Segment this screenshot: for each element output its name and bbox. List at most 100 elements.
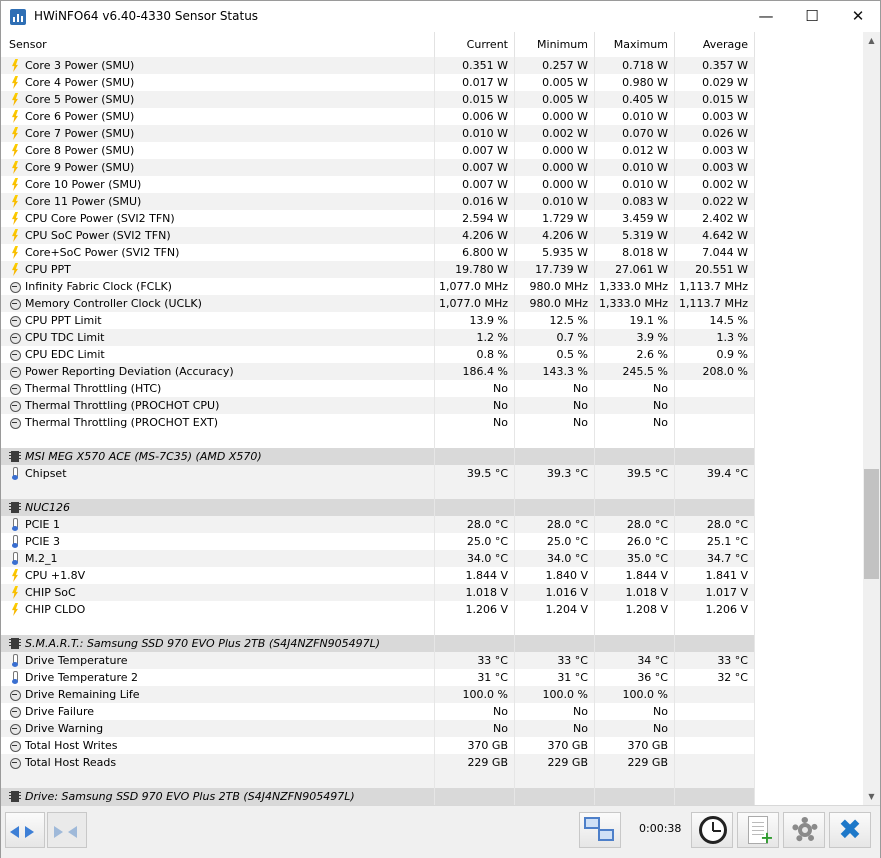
column-header-current[interactable]: Current	[435, 32, 515, 57]
table-row[interactable]: CPU EDC Limit 0.8 % 0.5 % 2.6 % 0.9 %	[1, 346, 863, 363]
row-label: Core+SoC Power (SVI2 TFN)	[25, 246, 180, 259]
average-value	[675, 686, 755, 703]
table-row[interactable]: Core 7 Power (SMU) 0.010 W 0.002 W 0.070 W0…	[1, 125, 863, 142]
row-label: NUC126	[25, 501, 70, 514]
table-row[interactable]: Power Reporting Deviation (Accuracy) 186.…	[1, 363, 863, 380]
average-value	[675, 482, 755, 499]
power-icon	[9, 195, 21, 208]
chip-icon	[9, 450, 21, 463]
power-icon	[9, 229, 21, 242]
clock-button[interactable]	[691, 812, 733, 848]
table-row[interactable]: CHIP CLDO 1.206 V 1.204 V 1.208 V 1.206 V	[1, 601, 863, 618]
table-row[interactable]: Core 3 Power (SMU) 0.351 W 0.257 W 0.718 W0…	[1, 57, 863, 74]
table-row[interactable]: Core 9 Power (SMU) 0.007 W 0.000 W 0.010 W0…	[1, 159, 863, 176]
table-row[interactable]: Infinity Fabric Clock (FCLK) 1,077.0 MHz 9…	[1, 278, 863, 295]
maximize-button[interactable]: ☐	[789, 1, 835, 32]
average-value: 2.402 W	[675, 210, 755, 227]
maximum-value: 229 GB	[595, 754, 675, 771]
table-row[interactable]: CPU SoC Power (SVI2 TFN) 4.206 W 4.206 W 5.…	[1, 227, 863, 244]
table-row[interactable]: Thermal Throttling (HTC) No No No	[1, 380, 863, 397]
table-row[interactable]: Total Host Reads 229 GB 229 GB 229 GB	[1, 754, 863, 771]
column-header-maximum[interactable]: Maximum	[595, 32, 675, 57]
table-row[interactable]: Core 4 Power (SMU) 0.017 W 0.005 W 0.980 W0…	[1, 74, 863, 91]
clock-icon	[9, 314, 21, 327]
network-button[interactable]	[579, 812, 621, 848]
column-header-minimum[interactable]: Minimum	[515, 32, 595, 57]
table-row[interactable]: PCIE 3 25.0 °C 25.0 °C 26.0 °C 25.1 °C	[1, 533, 863, 550]
table-row[interactable]: Thermal Throttling (PROCHOT EXT) No No No	[1, 414, 863, 431]
average-value: 0.015 W	[675, 91, 755, 108]
minimum-value: 0.005 W	[515, 91, 595, 108]
table-row[interactable]: Total Host Writes 370 GB 370 GB 370 GB	[1, 737, 863, 754]
navigate-arrows-disabled-button[interactable]	[47, 812, 87, 848]
sensor-name: Core 11 Power (SMU)	[1, 193, 435, 210]
power-icon	[9, 586, 21, 599]
table-row[interactable]: CPU PPT Limit 13.9 % 12.5 % 19.1 % 14.5 %	[1, 312, 863, 329]
average-value	[675, 380, 755, 397]
clock-icon	[9, 722, 21, 735]
table-row[interactable]: Core 10 Power (SMU) 0.007 W 0.000 W 0.010 W…	[1, 176, 863, 193]
vertical-scrollbar[interactable]: ▲ ▼	[863, 32, 880, 805]
table-row[interactable]: M.2_1 34.0 °C 34.0 °C 35.0 °C 34.7 °C	[1, 550, 863, 567]
sensor-group-row[interactable]: NUC126	[1, 499, 863, 516]
current-value: 0.8 %	[435, 346, 515, 363]
maximum-value: 28.0 °C	[595, 516, 675, 533]
table-row[interactable]: Memory Controller Clock (UCLK) 1,077.0 MH…	[1, 295, 863, 312]
sensor-group-row[interactable]: MSI MEG X570 ACE (MS-7C35) (AMD X570)	[1, 448, 863, 465]
table-row[interactable]: CPU Core Power (SVI2 TFN) 2.594 W 1.729 W3…	[1, 210, 863, 227]
scroll-down-arrow-icon[interactable]: ▼	[863, 788, 880, 805]
table-row[interactable]: CPU PPT 19.780 W 17.739 W 27.061 W 20.551 W	[1, 261, 863, 278]
minimum-value: 370 GB	[515, 737, 595, 754]
chip-icon	[9, 501, 21, 514]
power-icon	[9, 569, 21, 582]
sensor-group-row[interactable]: S.M.A.R.T.: Samsung SSD 970 EVO Plus 2TB…	[1, 635, 863, 652]
temp-icon	[9, 671, 21, 684]
settings-button[interactable]	[783, 812, 825, 848]
table-row[interactable]: CHIP SoC 1.018 V 1.016 V 1.018 V 1.017 V	[1, 584, 863, 601]
table-row[interactable]: Core 11 Power (SMU) 0.016 W 0.010 W 0.083 W…	[1, 193, 863, 210]
table-row[interactable]: Core 5 Power (SMU) 0.015 W 0.005 W 0.405 W0…	[1, 91, 863, 108]
title-bar[interactable]: HWiNFO64 v6.40-4330 Sensor Status — ☐ ✕	[1, 1, 880, 32]
minimum-value: 0.010 W	[515, 193, 595, 210]
table-row[interactable]: Drive Warning No No No	[1, 720, 863, 737]
current-value: 0.351 W	[435, 57, 515, 74]
maximum-value: No	[595, 397, 675, 414]
sensor-name: Core 10 Power (SMU)	[1, 176, 435, 193]
power-icon	[9, 144, 21, 157]
table-row[interactable]: Thermal Throttling (PROCHOT CPU) No No No	[1, 397, 863, 414]
row-label: Thermal Throttling (PROCHOT CPU)	[25, 399, 220, 412]
column-header-sensor[interactable]: Sensor	[1, 32, 435, 57]
sensor-name: CHIP CLDO	[1, 601, 435, 618]
table-row[interactable]: Drive Temperature 2 31 °C 31 °C 36 °C 32 °C	[1, 669, 863, 686]
row-label: CPU TDC Limit	[25, 331, 105, 344]
table-row[interactable]: CPU +1.8V 1.844 V 1.840 V 1.844 V 1.841 V	[1, 567, 863, 584]
clock-icon	[9, 705, 21, 718]
row-label: Drive: Samsung SSD 970 EVO Plus 2TB (S4J…	[25, 790, 355, 803]
table-row[interactable]: Core 6 Power (SMU) 0.006 W 0.000 W 0.010 W0…	[1, 108, 863, 125]
table-row[interactable]: CPU TDC Limit 1.2 % 0.7 % 3.9 % 1.3 %	[1, 329, 863, 346]
table-row[interactable]: Drive Remaining Life 100.0 % 100.0 % 100.0 …	[1, 686, 863, 703]
table-row[interactable]: Drive Failure No No No	[1, 703, 863, 720]
navigate-arrows-button[interactable]	[5, 812, 45, 848]
close-button[interactable]: ✕	[835, 1, 881, 32]
sensor-group-row[interactable]: Drive: Samsung SSD 970 EVO Plus 2TB (S4J…	[1, 788, 863, 805]
table-row[interactable]: Core 8 Power (SMU) 0.007 W 0.000 W 0.012 W0…	[1, 142, 863, 159]
minimum-value: 229 GB	[515, 754, 595, 771]
table-row[interactable]: Drive Temperature 33 °C 33 °C 34 °C 33 °C	[1, 652, 863, 669]
table-row[interactable]: Chipset 39.5 °C 39.3 °C 39.5 °C 39.4 °C	[1, 465, 863, 482]
exit-button[interactable]: ✖	[829, 812, 871, 848]
current-value: 19.780 W	[435, 261, 515, 278]
scroll-thumb[interactable]	[864, 469, 879, 579]
scroll-up-arrow-icon[interactable]: ▲	[863, 32, 880, 49]
report-button[interactable]: +	[737, 812, 779, 848]
sensor-name: Core 4 Power (SMU)	[1, 74, 435, 91]
average-value: 20.551 W	[675, 261, 755, 278]
current-value: 0.010 W	[435, 125, 515, 142]
sensor-name: Core 3 Power (SMU)	[1, 57, 435, 74]
minimize-button[interactable]: —	[743, 1, 789, 32]
table-row[interactable]: Core+SoC Power (SVI2 TFN) 6.800 W 5.935 W8…	[1, 244, 863, 261]
minimum-value: 5.935 W	[515, 244, 595, 261]
column-header-average[interactable]: Average	[675, 32, 755, 57]
row-label: CHIP CLDO	[25, 603, 86, 616]
table-row[interactable]: PCIE 1 28.0 °C 28.0 °C 28.0 °C 28.0 °C	[1, 516, 863, 533]
